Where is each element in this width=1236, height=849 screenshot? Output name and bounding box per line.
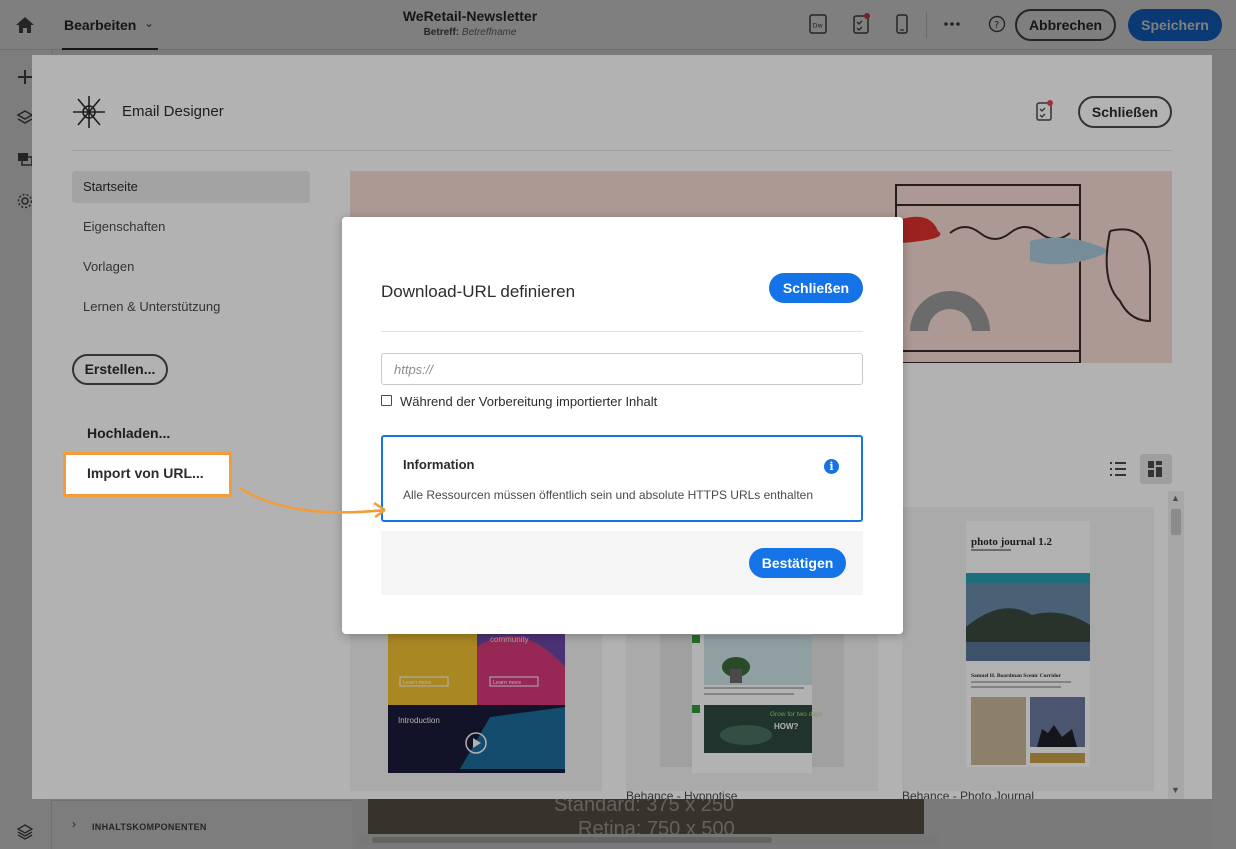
information-box: Information i Alle Ressourcen müssen öff… — [381, 435, 863, 522]
information-text: Alle Ressourcen müssen öffentlich sein u… — [403, 488, 813, 502]
confirm-button[interactable]: Bestätigen — [749, 548, 846, 578]
download-url-dialog: Download-URL definieren Schließen Währen… — [342, 217, 903, 634]
information-title: Information — [403, 457, 475, 472]
info-icon: i — [824, 459, 839, 474]
dialog-divider — [381, 331, 863, 332]
url-input[interactable] — [381, 353, 863, 385]
prepare-content-label: Während der Vorbereitung importierter In… — [400, 394, 658, 409]
prepare-content-checkbox[interactable] — [381, 395, 392, 406]
dialog-footer: Bestätigen — [381, 531, 863, 595]
dialog-close-button[interactable]: Schließen — [769, 273, 863, 303]
dialog-title: Download-URL definieren — [381, 282, 576, 301]
